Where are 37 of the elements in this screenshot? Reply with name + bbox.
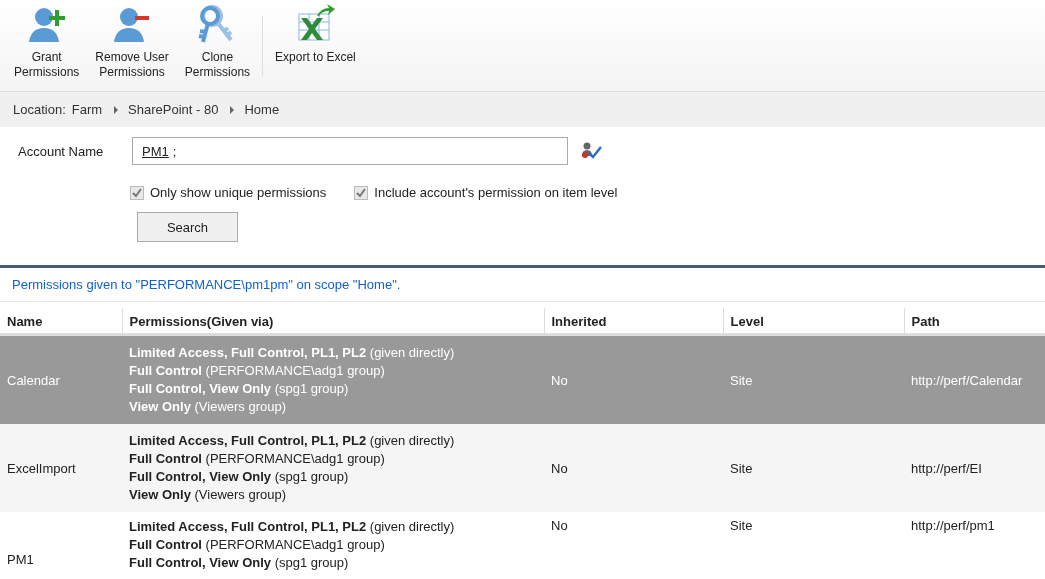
table-cell: http://perf/pm1 (904, 512, 1045, 579)
table-cell: http://perf/EI (904, 424, 1045, 512)
permissions-cell: Limited Access, Full Control, PL1, PL2 (given directly) Full Control (PERFORMANCE\adg1 group) Full Control, View Only (spg1 group) View Only (Viewers group) (122, 424, 544, 512)
breadcrumb-label: Location: (13, 102, 66, 117)
breadcrumb-separator-icon (230, 105, 235, 114)
checkbox[interactable] (130, 185, 144, 200)
spreadsheet-export-icon (295, 4, 336, 44)
table-cell: No (544, 424, 723, 512)
permissions-cell: Limited Access, Full Control, PL1, PL2 (given directly) Full Control (PERFORMANCE\adg1 group) Full Control, View Only (spg1 group) (122, 512, 544, 579)
search-button[interactable]: Search (137, 212, 238, 242)
permissions-cell: Limited Access, Full Control, PL1, PL2 (given directly) Full Control (PERFORMANCE\adg1 group) Full Control, View Only (spg1 group) View Only (Viewers group) (122, 334, 544, 424)
table-cell: Site (723, 424, 904, 512)
toolbar-button[interactable]: Remove User Permissions (87, 4, 177, 80)
breadcrumb-link[interactable]: SharePoint - 80 (128, 102, 219, 117)
checkbox-label: Include account's permission on item level (374, 185, 618, 200)
account-name-field[interactable]: PM1 ; (132, 137, 568, 165)
toolbar-button[interactable]: Export to Excel (267, 4, 364, 65)
checkbox-label: Only show unique permissions (150, 185, 327, 200)
toolbar-button[interactable]: Clone Permissions (176, 4, 259, 80)
table-cell: PM1 (0, 512, 122, 579)
table-cell: No (544, 512, 723, 579)
breadcrumb-link[interactable]: Home (244, 102, 280, 117)
checkbox[interactable] (354, 185, 369, 200)
table-cell: No (544, 334, 723, 424)
table-cell: Calendar (0, 334, 122, 424)
table-cell: Site (723, 512, 904, 579)
field-label: Account Name (18, 143, 105, 159)
table-cell: http://perf/Calendar (904, 334, 1045, 424)
table-row[interactable]: PM1 Limited Access, Full Control, PL1, PL2 (given directly) Full Control (PERFORMANCE\adg1 group) Full Control, View Only (spg1 group) No Site http://perf/pm1 (0, 512, 1045, 579)
status-message: Permissions given to "PERFORMANCE\pm1pm" on scope "Home". (12, 277, 401, 292)
toolbar-button[interactable]: Grant Permissions (6, 4, 88, 80)
table-cell: ExcelImport (0, 424, 122, 512)
table-cell: Site (723, 334, 904, 424)
table-row[interactable]: ExcelImport Limited Access, Full Control, PL1, PL2 (given directly) Full Control (PERFORMANCE\adg1 group) Full Control, View Only (spg1 group) View Only (Viewers group) No Site http://perf/EI (0, 424, 1045, 512)
breadcrumb-link[interactable]: Farm (71, 102, 103, 117)
check-names-icon[interactable] (580, 142, 602, 160)
breadcrumb-separator-icon (114, 105, 119, 114)
